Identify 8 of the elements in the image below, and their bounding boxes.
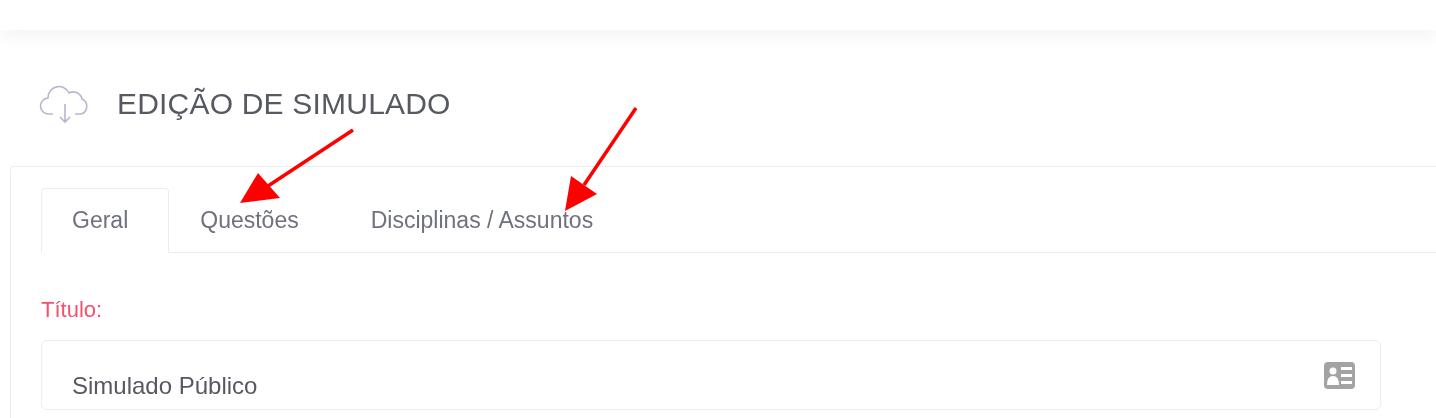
cloud-download-icon bbox=[39, 84, 91, 124]
tab[interactable]: Disciplinas / Assuntos bbox=[339, 188, 635, 253]
contact-card-icon bbox=[1324, 362, 1355, 389]
field-label: Título: bbox=[41, 297, 103, 323]
page-title: EDIÇÃO DE SIMULADO bbox=[117, 87, 451, 121]
tab[interactable]: Geral bbox=[41, 188, 170, 253]
input-field[interactable]: Simulado Público bbox=[41, 340, 1381, 410]
tab[interactable]: Questões bbox=[169, 188, 340, 253]
